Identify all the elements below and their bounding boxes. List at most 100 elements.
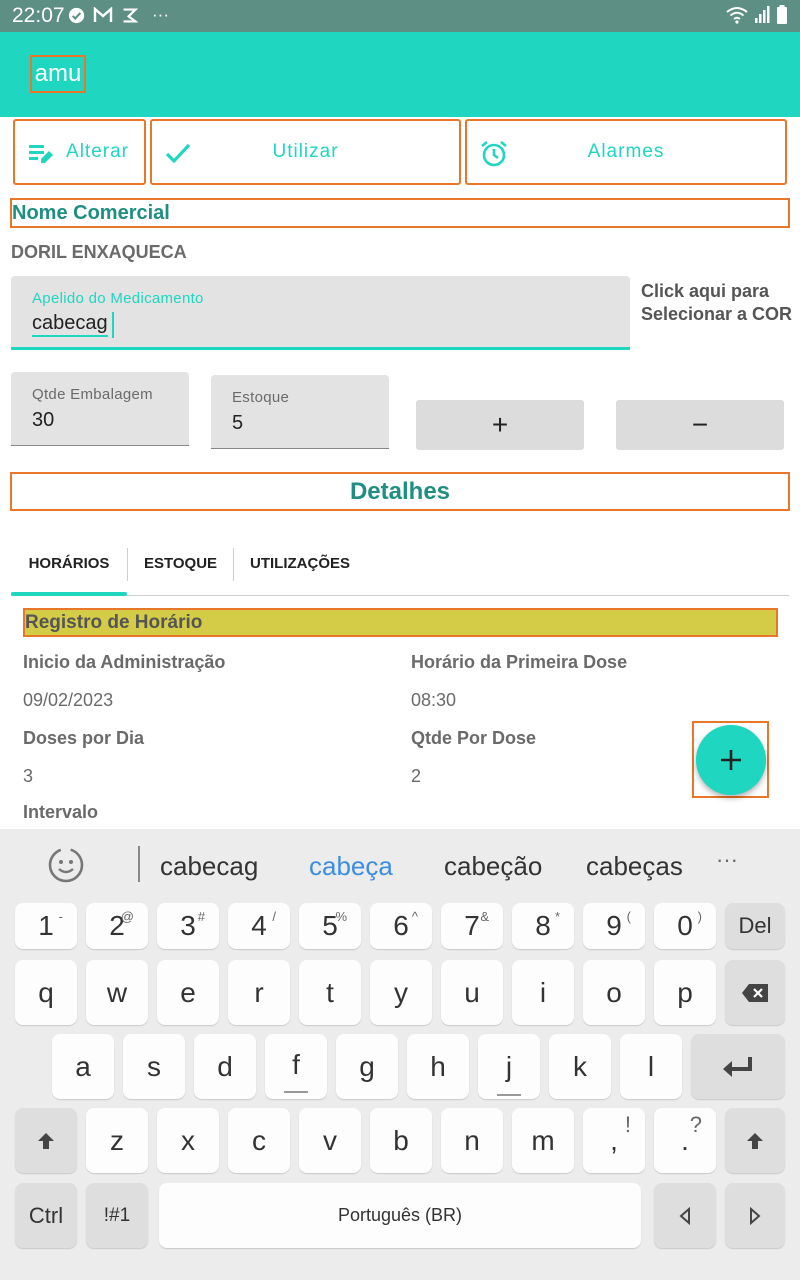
keyboard: cabecag cabeça cabeção cabeças ··· 1- 2 @…	[0, 829, 800, 1280]
key-9[interactable]: 9(	[583, 903, 645, 949]
key-f[interactable]: f	[265, 1034, 327, 1099]
emoji-refresh-icon[interactable]	[44, 843, 88, 887]
key-5-alt: %	[335, 909, 347, 924]
qtde-embalagem-field[interactable]: Qtde Embalagem 30	[11, 372, 189, 446]
space-key[interactable]: Português (BR)	[159, 1183, 641, 1248]
shift-key-left[interactable]	[15, 1108, 77, 1173]
select-color-line2: Selecionar a COR	[641, 304, 793, 324]
key-7[interactable]: 7 &	[441, 903, 503, 949]
key-8[interactable]: 8 *	[512, 903, 574, 949]
delete-key[interactable]: Del	[725, 903, 785, 949]
edit-note-icon	[29, 145, 53, 163]
ctrl-key[interactable]: Ctrl	[15, 1183, 77, 1248]
key-8-alt: *	[554, 909, 560, 924]
add-fab-outline	[692, 721, 769, 798]
key-1-label: 1	[38, 910, 54, 941]
key-o[interactable]: o	[583, 960, 645, 1025]
key-e[interactable]: e	[157, 960, 219, 1025]
key-s[interactable]: s	[123, 1034, 185, 1099]
stock-plus-button[interactable]: +	[416, 400, 584, 450]
key-q[interactable]: q	[15, 960, 77, 1025]
tab-horarios[interactable]: HORÁRIOS	[11, 540, 127, 596]
apelido-value: cabecag	[32, 312, 108, 337]
suggestion-3[interactable]: cabeção	[444, 851, 542, 882]
add-button[interactable]	[696, 725, 766, 795]
key-a[interactable]: a	[52, 1034, 114, 1099]
key-7-alt: &	[480, 909, 489, 924]
key-l[interactable]: l	[620, 1034, 682, 1099]
apelido-field[interactable]: Apelido do Medicamento cabecag	[11, 276, 630, 350]
key-x[interactable]: x	[157, 1108, 219, 1173]
primeira-dose-value: 08:30	[411, 690, 457, 710]
apelido-label: Apelido do Medicamento	[32, 290, 204, 307]
estoque-field[interactable]: Estoque 5	[211, 375, 389, 449]
key-g[interactable]: g	[336, 1034, 398, 1099]
key-k[interactable]: k	[549, 1034, 611, 1099]
chevron-right-icon	[750, 1206, 761, 1225]
key-6[interactable]: 6 ^	[370, 903, 432, 949]
select-color-link[interactable]: Click aqui para Selecionar a COR	[641, 280, 792, 326]
shift-key-right[interactable]	[725, 1108, 785, 1173]
key-period-label: .	[681, 1124, 689, 1156]
select-color-line1: Click aqui para	[641, 281, 770, 301]
key-1-alt: -	[58, 909, 63, 924]
key-0-alt: )	[697, 909, 702, 924]
key-5[interactable]: 5%	[299, 903, 361, 949]
check-icon	[165, 143, 191, 164]
key-m[interactable]: m	[512, 1108, 574, 1173]
play-store-icon	[123, 7, 138, 23]
key-y[interactable]: y	[370, 960, 432, 1025]
key-3[interactable]: 3 #	[157, 903, 219, 949]
key-n[interactable]: n	[441, 1108, 503, 1173]
estoque-label: Estoque	[232, 389, 290, 406]
key-j[interactable]: j	[478, 1034, 540, 1099]
suggestion-2[interactable]: cabeça	[309, 851, 393, 882]
key-2[interactable]: 2 @	[86, 903, 148, 949]
key-d[interactable]: d	[194, 1034, 256, 1099]
cursor-right-key[interactable]	[725, 1183, 785, 1248]
doses-value: 3	[23, 766, 34, 786]
qtde-embalagem-label: Qtde Embalagem	[32, 386, 153, 403]
alarmes-button[interactable]: Alarmes	[465, 119, 787, 185]
key-0[interactable]: 0)	[654, 903, 716, 949]
stock-minus-button[interactable]: −	[616, 400, 784, 450]
suggestion-1[interactable]: cabecag	[160, 851, 258, 882]
enter-key[interactable]	[691, 1034, 785, 1099]
key-comma[interactable]: , !	[583, 1108, 645, 1173]
key-h[interactable]: h	[407, 1034, 469, 1099]
drug-name: DORIL ENXAQUECA	[11, 242, 187, 262]
alarm-icon	[481, 140, 507, 167]
more-suggestions-icon[interactable]: ···	[716, 847, 738, 873]
key-4[interactable]: 4/	[228, 903, 290, 949]
cursor-left-key[interactable]	[654, 1183, 716, 1248]
utilizar-button[interactable]: Utilizar	[150, 119, 461, 185]
key-i[interactable]: i	[512, 960, 574, 1025]
key-w[interactable]: w	[86, 960, 148, 1025]
suggestion-4[interactable]: cabeças	[586, 851, 683, 882]
wifi-icon	[726, 7, 748, 24]
key-c[interactable]: c	[228, 1108, 290, 1173]
registro-heading: Registro de Horário	[23, 608, 778, 637]
alterar-button[interactable]: Alterar	[13, 119, 146, 185]
status-time: 22:07	[12, 4, 65, 27]
key-v[interactable]: v	[299, 1108, 361, 1173]
tab-estoque[interactable]: ESTOQUE	[128, 540, 233, 596]
key-t[interactable]: t	[299, 960, 361, 1025]
qtde-dose-value: 2	[411, 766, 422, 786]
key-z[interactable]: z	[86, 1108, 148, 1173]
key-b[interactable]: b	[370, 1108, 432, 1173]
backspace-key[interactable]	[725, 960, 785, 1025]
key-r[interactable]: r	[228, 960, 290, 1025]
plus-icon	[721, 750, 741, 770]
key-p[interactable]: p	[654, 960, 716, 1025]
key-period-alt: ?	[689, 1112, 702, 1137]
key-f-label: f	[292, 1049, 300, 1080]
symbols-key[interactable]: !#1	[86, 1183, 148, 1248]
key-1[interactable]: 1-	[15, 903, 77, 949]
key-u[interactable]: u	[441, 960, 503, 1025]
key-3-alt: #	[197, 909, 205, 924]
status-bar: 22:07 ···	[0, 0, 800, 32]
tab-utilizacoes[interactable]: UTILIZAÇÕES	[234, 540, 366, 596]
key-comma-alt: !	[624, 1112, 631, 1137]
key-period[interactable]: . ?	[654, 1108, 716, 1173]
